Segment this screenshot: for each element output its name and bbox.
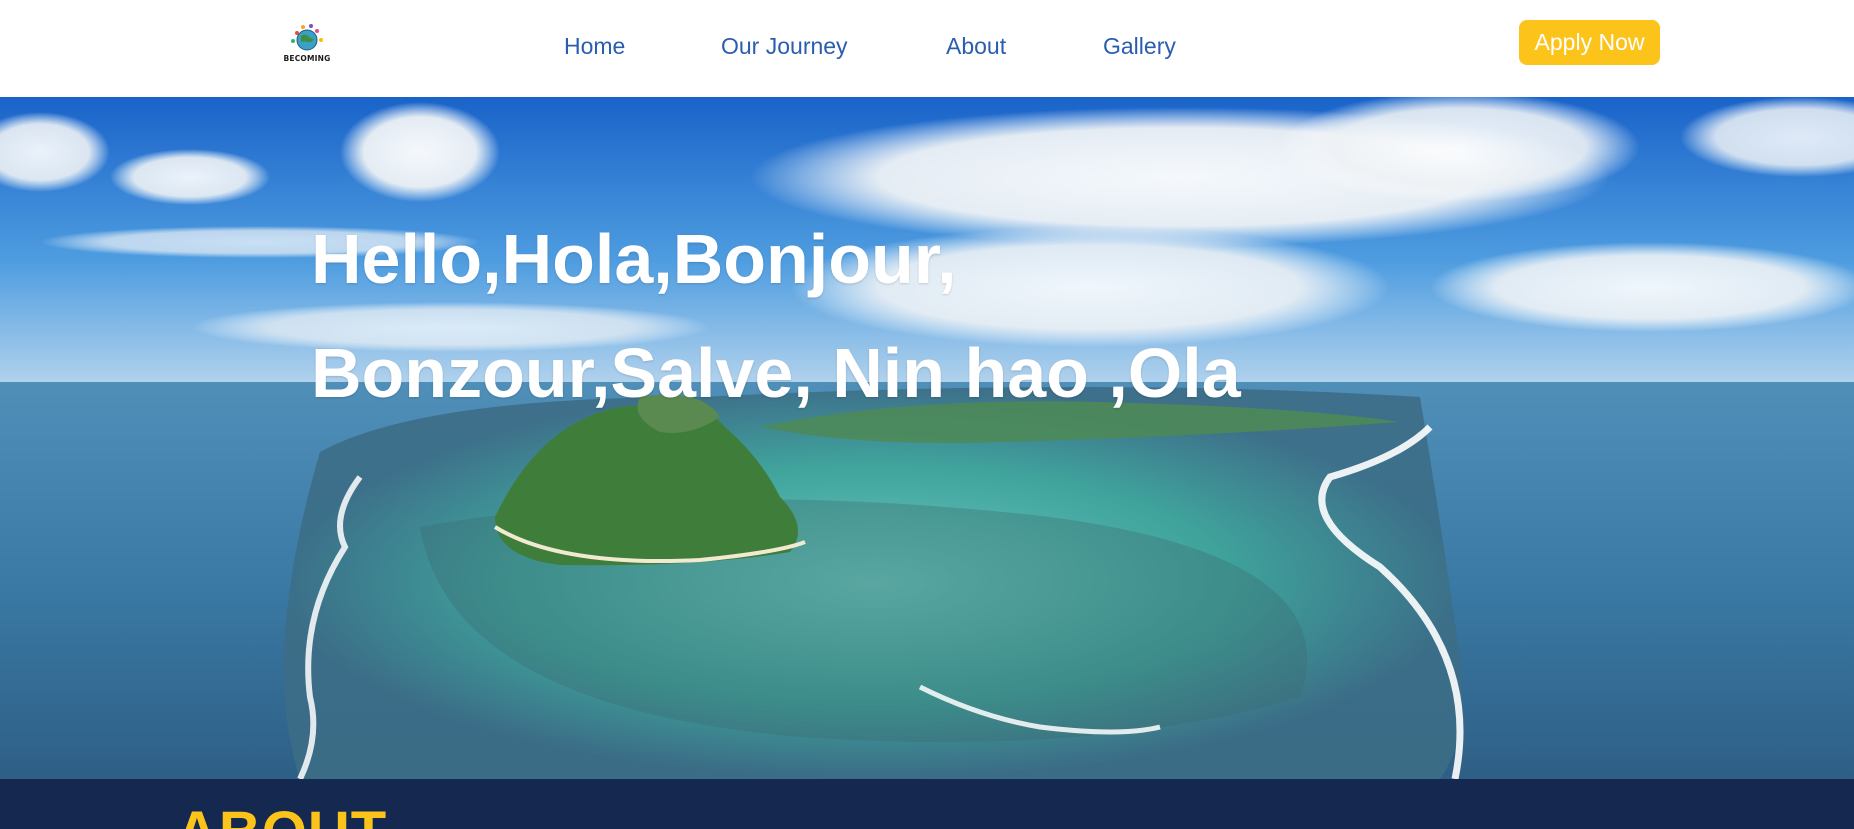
island-aerial-image [0,97,1854,779]
nav-home[interactable]: Home [564,33,625,60]
hero-heading-line-2: Bonzour,Salve, Nin hao ,Ola [311,334,1241,412]
hero-heading-line-1: Hello,Hola,Bonjour, [311,220,957,298]
nav-about[interactable]: About [946,33,1006,60]
about-title: ABOUT [176,799,387,829]
nav-gallery[interactable]: Gallery [1103,33,1176,60]
apply-now-button[interactable]: Apply Now [1519,20,1660,65]
site-header: BECOMING Home Our Journey About Gallery … [0,0,1854,97]
about-section: ABOUT [0,779,1854,829]
hero-banner: Hello,Hola,Bonjour, Bonzour,Salve, Nin h… [0,97,1854,779]
nav-our-journey[interactable]: Our Journey [721,33,848,60]
